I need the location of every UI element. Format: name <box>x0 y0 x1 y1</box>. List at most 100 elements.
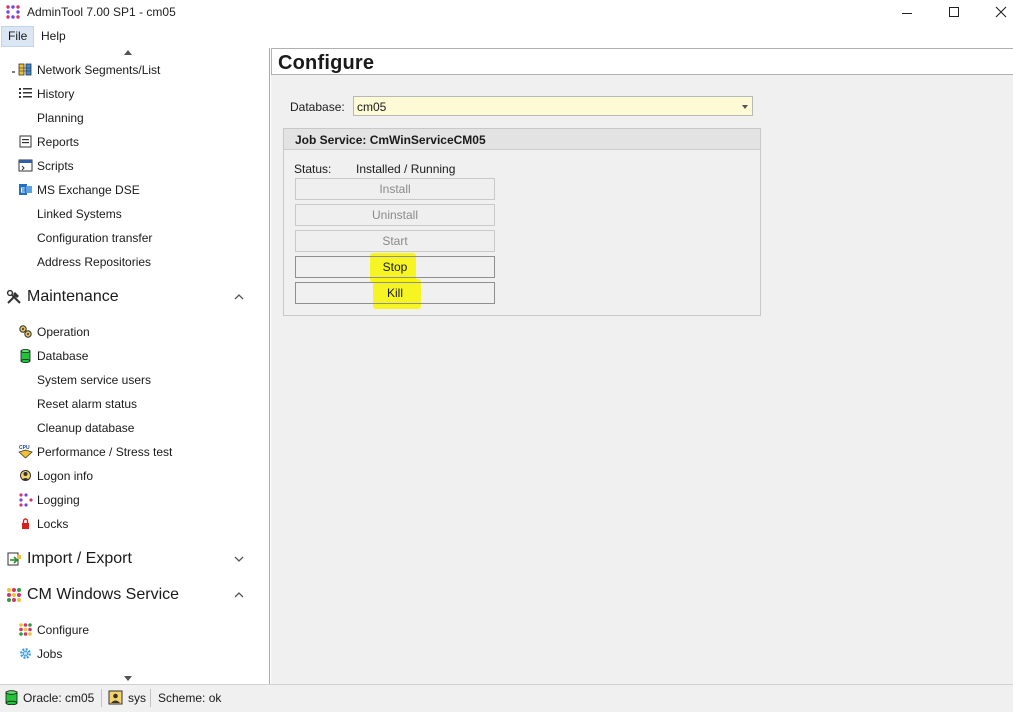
stop-button[interactable]: Stop <box>295 256 495 278</box>
sidebar-item-operation[interactable]: Operation <box>0 321 260 343</box>
import-export-icon <box>7 552 21 566</box>
cm-service-icon <box>7 588 21 602</box>
sidebar-item-label: Jobs <box>37 647 63 661</box>
sidebar-item-label: Planning <box>37 111 84 125</box>
sidebar-item-scripts[interactable]: Scripts <box>0 155 260 177</box>
main-panel: Configure Database: cm05 Job Service: Cm… <box>271 48 1013 684</box>
sidebar-item-address-repositories[interactable]: Address Repositories <box>0 251 260 273</box>
uninstall-button: Uninstall <box>295 204 495 226</box>
sidebar-item-configuration-transfer[interactable]: Configuration transfer <box>0 227 260 249</box>
install-button: Install <box>295 178 495 200</box>
menu-bar: File Help <box>0 24 1013 48</box>
minimize-button[interactable] <box>884 0 930 24</box>
sidebar-item-label: Scripts <box>37 159 74 173</box>
sidebar-item-label: Reports <box>37 135 80 149</box>
section-title: Import / Export <box>27 550 132 567</box>
database-label: Database: <box>290 100 345 114</box>
job-service-header: Job Service: CmWinServiceCM05 <box>284 129 760 150</box>
job-service-title: Job Service: CmWinServiceCM05 <box>295 133 486 147</box>
database-select-value: cm05 <box>357 100 387 114</box>
close-icon <box>995 6 1007 18</box>
sidebar-item-label: Address Repositories <box>37 255 152 269</box>
database-select[interactable]: cm05 <box>353 96 753 116</box>
sidebar-item-cleanup-database[interactable]: Cleanup database <box>0 417 260 439</box>
sidebar-item-locks[interactable]: Locks <box>0 513 260 535</box>
jobs-gear-icon <box>20 648 31 659</box>
window-title: AdminTool 7.00 SP1 - cm05 <box>27 5 176 19</box>
reports-icon <box>19 135 32 148</box>
close-button[interactable] <box>978 0 1013 24</box>
gears-icon <box>19 325 32 338</box>
user-icon <box>108 690 123 705</box>
maximize-icon <box>949 7 959 17</box>
lock-icon <box>22 518 29 529</box>
section-import-export[interactable]: Import / Export <box>0 546 260 572</box>
sidebar-item-reset-alarm-status[interactable]: Reset alarm status <box>0 393 260 415</box>
sidebar-item-label: Operation <box>37 325 90 339</box>
sidebar-item-logon-info[interactable]: Logon info <box>0 465 260 487</box>
kill-button[interactable]: Kill <box>295 282 495 304</box>
svg-text:E: E <box>21 188 26 195</box>
sidebar-item-label: Logging <box>37 493 80 507</box>
sidebar-item-label: Reset alarm status <box>37 397 138 411</box>
sidebar-item-logging[interactable]: Logging <box>0 489 260 511</box>
sidebar-item-linked-systems[interactable]: Linked Systems <box>0 203 260 225</box>
status-value: Installed / Running <box>356 162 456 176</box>
dropdown-arrow-icon[interactable] <box>742 105 748 109</box>
status-user: sys <box>128 691 146 705</box>
sidebar-item-configure[interactable]: Configure <box>0 619 260 641</box>
sidebar-item-ms-exchange-dse[interactable]: E MS Exchange DSE <box>0 179 260 201</box>
minimize-icon <box>902 12 912 14</box>
section-cm-windows-service[interactable]: CM Windows Service <box>0 582 260 608</box>
sidebar-item-reports[interactable]: Reports <box>0 131 260 153</box>
sidebar-item-network-segments[interactable]: Network Segments/List <box>0 59 260 81</box>
status-separator <box>150 689 151 707</box>
database-icon <box>20 348 31 363</box>
page-header: Configure <box>271 48 1013 75</box>
database-icon <box>5 690 18 705</box>
scroll-down-arrow-icon[interactable] <box>124 676 132 681</box>
sidebar-item-system-service-users[interactable]: System service users <box>0 369 260 391</box>
page-title: Configure <box>278 52 375 74</box>
sidebar-item-history[interactable]: History <box>0 83 260 105</box>
tools-icon <box>6 289 21 304</box>
section-title: CM Windows Service <box>27 586 180 603</box>
logon-icon <box>20 470 31 481</box>
configure-icon <box>19 623 32 636</box>
sidebar-item-performance-stress-test[interactable]: CPU Performance / Stress test <box>0 441 260 463</box>
chevron-up-icon[interactable] <box>234 590 244 600</box>
status-separator <box>101 689 102 707</box>
cpu-icon: CPU <box>18 445 33 459</box>
sidebar-item-label: Performance / Stress test <box>37 445 173 459</box>
maximize-button[interactable] <box>931 0 977 24</box>
start-button: Start <box>295 230 495 252</box>
exchange-icon: E <box>19 184 32 195</box>
history-list-icon <box>19 88 32 98</box>
section-title: Maintenance <box>27 288 119 305</box>
chevron-down-icon[interactable] <box>234 554 244 564</box>
menu-help[interactable]: Help <box>35 26 72 47</box>
status-connection: Oracle: cm05 <box>23 691 95 705</box>
scripts-icon <box>18 159 33 172</box>
sidebar-item-label: Linked Systems <box>37 207 122 221</box>
sidebar-item-label: Configure <box>37 623 90 637</box>
navigation-sidebar: Network Segments/List History Planning R… <box>0 48 270 684</box>
sidebar-item-label: Logon info <box>37 469 94 483</box>
section-maintenance[interactable]: Maintenance <box>0 284 260 310</box>
network-segments-icon <box>18 63 32 76</box>
scroll-up-arrow-icon[interactable] <box>124 50 132 55</box>
menu-file[interactable]: File <box>1 26 35 47</box>
sidebar-item-planning[interactable]: Planning <box>0 107 260 129</box>
status-scheme: Scheme: ok <box>158 691 222 705</box>
logging-icon <box>19 493 33 507</box>
sidebar-item-label: Configuration transfer <box>37 231 153 245</box>
sidebar-item-database[interactable]: Database <box>0 345 260 367</box>
sidebar-item-label: Cleanup database <box>37 421 135 435</box>
sidebar-item-label: History <box>37 87 75 101</box>
app-logo-icon <box>6 5 20 19</box>
sidebar-item-label: Database <box>37 349 89 363</box>
sidebar-item-jobs[interactable]: Jobs <box>0 643 260 665</box>
chevron-up-icon[interactable] <box>234 292 244 302</box>
sidebar-item-label: Locks <box>37 517 69 531</box>
status-label: Status: <box>294 162 332 176</box>
